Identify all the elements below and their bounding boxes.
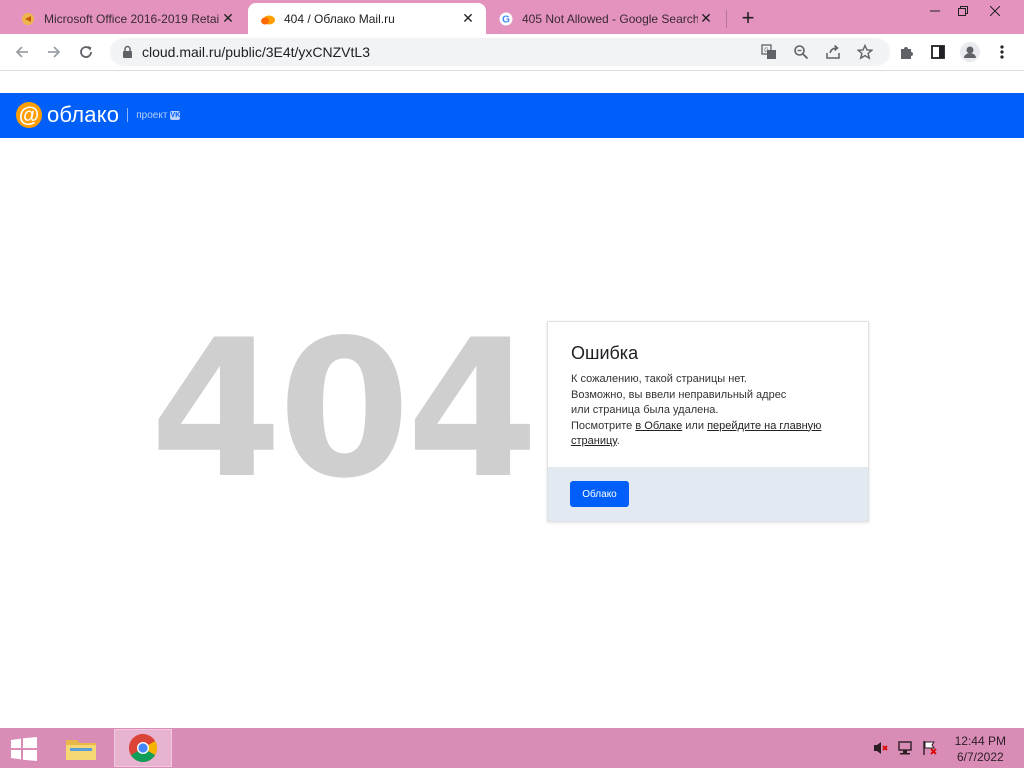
address-bar[interactable]: cloud.mail.ru/public/3E4t/yxCNZVtL3 G bbox=[110, 38, 890, 66]
reload-button[interactable] bbox=[72, 38, 100, 66]
cloud-link[interactable]: в Облаке bbox=[635, 420, 682, 432]
period-text: . bbox=[616, 435, 620, 447]
see-prefix-text: Посмотрите bbox=[571, 419, 633, 432]
office-favicon-icon bbox=[20, 11, 36, 27]
minimize-button[interactable] bbox=[920, 0, 950, 22]
browser-tab-strip: Microsoft Office 2016-2019 Retail ✕ 404 … bbox=[0, 0, 1024, 34]
tab-title: 404 / Облако Mail.ru bbox=[284, 11, 395, 26]
close-tab-icon[interactable]: ✕ bbox=[220, 10, 236, 27]
svg-text:G: G bbox=[502, 14, 510, 25]
translate-icon[interactable]: G bbox=[760, 43, 778, 61]
logo-subtitle: проект bbox=[136, 109, 168, 121]
restore-button[interactable] bbox=[948, 0, 978, 22]
error-code-graphic: 404 bbox=[150, 299, 539, 520]
tab-title: 405 Not Allowed - Google Search bbox=[522, 11, 698, 26]
back-button[interactable] bbox=[8, 38, 36, 66]
svg-text:G: G bbox=[764, 48, 769, 54]
google-favicon-icon: G bbox=[498, 11, 514, 27]
tab-office[interactable]: Microsoft Office 2016-2019 Retail ✕ bbox=[8, 3, 246, 34]
extensions-puzzle-icon[interactable] bbox=[896, 42, 916, 62]
share-icon[interactable] bbox=[824, 43, 842, 61]
logo-text: облако bbox=[47, 102, 120, 127]
error-line: К сожалению, такой страницы нет. bbox=[571, 373, 747, 385]
error-message: К сожалению, такой страницы нет. Возможн… bbox=[571, 372, 856, 450]
or-text: или bbox=[685, 419, 704, 432]
tab-google-search[interactable]: G 405 Not Allowed - Google Search ✕ bbox=[486, 3, 724, 34]
zoom-icon[interactable] bbox=[792, 43, 810, 61]
error-line: Возможно, вы ввели неправильный адрес bbox=[571, 388, 787, 401]
speaker-muted-icon[interactable] bbox=[872, 740, 890, 756]
clock-date: 6/7/2022 bbox=[956, 750, 1004, 764]
windows-start-icon[interactable] bbox=[10, 737, 38, 761]
file-explorer-icon[interactable] bbox=[52, 729, 110, 767]
lock-icon[interactable] bbox=[122, 45, 133, 64]
profile-avatar-icon[interactable] bbox=[960, 42, 980, 62]
at-logo-icon: @ bbox=[16, 102, 42, 128]
error-line: или страница была удалена. bbox=[571, 404, 719, 416]
kebab-menu-icon[interactable] bbox=[992, 42, 1012, 62]
taskbar: 12:44 PM 6/7/2022 bbox=[0, 728, 1024, 768]
cloud-logo[interactable]: @ облако проект VK bbox=[16, 102, 181, 128]
system-clock[interactable]: 12:44 PM 6/7/2022 bbox=[955, 733, 1006, 765]
error-card: Ошибка К сожалению, такой страницы нет. … bbox=[547, 321, 869, 522]
card-footer: Облако bbox=[548, 467, 868, 521]
side-panel-icon[interactable] bbox=[928, 42, 948, 62]
url-text[interactable]: cloud.mail.ru/public/3E4t/yxCNZVtL3 bbox=[142, 44, 370, 60]
logo-divider bbox=[127, 108, 129, 122]
forward-button[interactable] bbox=[40, 38, 68, 66]
action-center-flag-icon[interactable] bbox=[921, 740, 939, 756]
cloud-button[interactable]: Облако bbox=[570, 481, 629, 507]
new-tab-button[interactable]: + bbox=[736, 5, 760, 30]
chrome-taskbar-icon[interactable] bbox=[114, 729, 172, 767]
network-icon[interactable] bbox=[897, 740, 915, 756]
tab-title: Microsoft Office 2016-2019 Retail bbox=[44, 11, 220, 26]
tab-separator bbox=[726, 10, 727, 28]
close-tab-icon[interactable]: ✕ bbox=[460, 10, 476, 27]
tab-cloud-404[interactable]: 404 / Облако Mail.ru ✕ bbox=[248, 3, 486, 34]
site-header: @ облако проект VK bbox=[0, 93, 1024, 138]
cloud-favicon-icon bbox=[260, 11, 276, 27]
error-title: Ошибка bbox=[571, 343, 639, 363]
close-window-button[interactable] bbox=[980, 0, 1010, 22]
close-tab-icon[interactable]: ✕ bbox=[698, 10, 714, 27]
browser-toolbar: cloud.mail.ru/public/3E4t/yxCNZVtL3 G bbox=[0, 34, 1024, 71]
clock-time: 12:44 PM bbox=[954, 734, 1006, 748]
vk-logo-icon: VK bbox=[170, 110, 181, 120]
bookmark-star-icon[interactable] bbox=[856, 43, 874, 61]
